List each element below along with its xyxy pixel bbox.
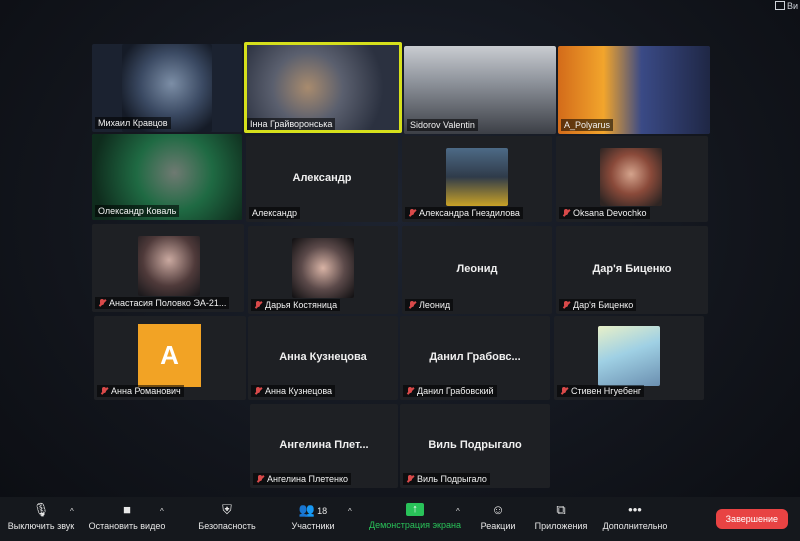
muted-mic-icon <box>256 475 264 483</box>
participant-photo <box>138 236 200 296</box>
video-tile[interactable]: Данил Грабовс... Данил Грабовский <box>400 316 550 400</box>
video-tile[interactable]: Стивен Нгуебенг <box>554 316 704 400</box>
view-button[interactable]: Ви <box>774 1 798 11</box>
participant-center-name: Анна Кузнецова <box>279 351 367 364</box>
video-tile[interactable]: Леонид Леонид <box>402 226 552 314</box>
share-screen-button[interactable]: ↑ Демонстрация экрана <box>366 503 464 530</box>
apps-button[interactable]: ⧉ Приложения <box>530 502 592 532</box>
video-tile[interactable]: A Анна Романович <box>94 316 246 400</box>
video-tile[interactable]: Sidorov Valentin <box>404 46 556 134</box>
participant-center-name: Александр <box>292 172 352 185</box>
video-tile[interactable]: Виль Подрыгало Виль Подрыгало <box>400 404 550 488</box>
grid-view-icon <box>774 1 785 10</box>
video-tile[interactable]: Дар'я Биценко Дар'я Биценко <box>556 226 708 314</box>
shield-icon: ⛨ <box>222 502 232 517</box>
participant-name: Дарья Костяница <box>251 299 341 311</box>
participant-name: Данил Грабовский <box>403 385 497 397</box>
reactions-button[interactable]: ☺ Реакции <box>476 502 520 532</box>
microphone-icon: 🎙 <box>32 502 50 517</box>
stop-video-button[interactable]: ■ Остановить видео <box>86 502 168 532</box>
participant-photo <box>598 326 660 386</box>
video-options-caret[interactable]: ^ <box>160 507 164 516</box>
meeting-toolbar: 🎙 Выключить звук ^ ■ Остановить видео ^ … <box>0 497 800 541</box>
apps-icon: ⧉ <box>556 502 566 517</box>
participant-name: Александра Гнездилова <box>405 207 523 219</box>
participant-name: Інна Грайворонська <box>247 118 336 130</box>
audio-options-caret[interactable]: ^ <box>70 507 74 516</box>
video-tile[interactable]: Дарья Костяница <box>248 226 398 314</box>
video-tile[interactable]: Анастасия Половко ЭА-21... <box>92 224 244 312</box>
participant-name: A_Polyarus <box>561 119 614 131</box>
share-options-caret[interactable]: ^ <box>456 507 460 516</box>
muted-mic-icon <box>562 301 570 309</box>
participant-name: Oksana Devochko <box>559 207 650 219</box>
video-tile[interactable]: Анна Кузнецова Анна Кузнецова <box>248 316 398 400</box>
participants-icon: 👥 18 <box>298 502 328 517</box>
muted-mic-icon <box>408 301 416 309</box>
participants-options-caret[interactable]: ^ <box>348 507 352 516</box>
muted-mic-icon <box>254 301 262 309</box>
participant-name: Ангелина Плетенко <box>253 473 351 485</box>
participant-name: Анна Кузнецова <box>251 385 336 397</box>
participant-name: Леонид <box>405 299 454 311</box>
participants-count: 18 <box>317 506 328 516</box>
video-tile[interactable]: Олександр Коваль <box>92 134 242 220</box>
participant-name: Анна Романович <box>97 385 184 397</box>
participant-name: Анастасия Половко ЭА-21... <box>95 297 230 309</box>
muted-mic-icon <box>254 387 262 395</box>
participant-name: Олександр Коваль <box>95 205 180 217</box>
participant-photo <box>446 148 508 206</box>
participants-button[interactable]: 👥 18 Участники <box>284 502 342 532</box>
muted-mic-icon <box>406 475 414 483</box>
video-tile[interactable]: Михаил Кравцов <box>92 44 242 132</box>
participant-center-name: Дар'я Биценко <box>592 262 672 275</box>
muted-mic-icon <box>562 209 570 217</box>
muted-mic-icon <box>406 387 414 395</box>
video-tile-active-speaker[interactable]: Інна Грайворонська <box>244 42 402 133</box>
muted-mic-icon <box>560 387 568 395</box>
participant-name: Виль Подрыгало <box>403 473 490 485</box>
participant-avatar: A <box>138 324 201 387</box>
participant-name: Sidorov Valentin <box>407 119 478 131</box>
muted-mic-icon <box>408 209 416 217</box>
more-button[interactable]: ••• Дополнительно <box>598 502 672 532</box>
mute-button[interactable]: 🎙 Выключить звук <box>4 502 78 532</box>
participant-center-name: Данил Грабовс... <box>429 351 521 364</box>
participant-name: Михаил Кравцов <box>95 117 171 129</box>
participant-center-name: Ангелина Плет... <box>279 439 369 452</box>
smiley-icon: ☺ <box>491 502 505 517</box>
participant-center-name: Леонид <box>456 262 498 275</box>
participant-name: Стивен Нгуебенг <box>557 385 645 397</box>
participant-photo <box>292 238 354 298</box>
end-meeting-button[interactable]: Завершение <box>715 509 788 529</box>
security-button[interactable]: ⛨ Безопасность <box>192 502 262 532</box>
share-screen-icon: ↑ <box>406 503 424 516</box>
video-tile[interactable]: A_Polyarus <box>558 46 710 134</box>
more-dots-icon: ••• <box>628 502 642 517</box>
muted-mic-icon <box>100 387 108 395</box>
video-tile[interactable]: Александра Гнездилова <box>402 136 552 222</box>
muted-mic-icon <box>98 299 106 307</box>
participant-name: Дар'я Биценко <box>559 299 637 311</box>
participant-center-name: Виль Подрыгало <box>428 439 522 452</box>
video-camera-icon: ■ <box>123 502 131 517</box>
video-tile[interactable]: Ангелина Плет... Ангелина Плетенко <box>250 404 398 488</box>
participant-photo <box>600 148 662 206</box>
top-bar: Ви <box>0 0 800 16</box>
video-tile[interactable]: Oksana Devochko <box>556 136 708 222</box>
video-tile[interactable]: Александр Александр <box>246 136 398 222</box>
participant-name: Александр <box>249 207 301 219</box>
